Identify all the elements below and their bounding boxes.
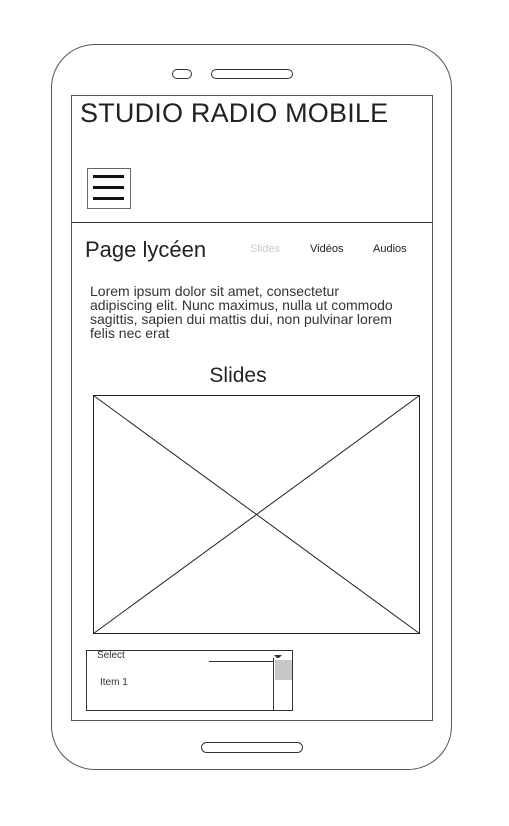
page-title: Page lycéen [85, 237, 207, 262]
phone-speaker [211, 69, 293, 79]
page-description: Lorem ipsum dolor sit amet, consectetur … [90, 283, 393, 341]
header-divider [72, 222, 432, 223]
tab-videos[interactable]: Vidéos [310, 243, 343, 255]
section-title: Slides [209, 364, 267, 387]
phone-home-button [201, 742, 303, 753]
select-option[interactable]: Item 1 [100, 677, 128, 688]
menu-button[interactable] [87, 168, 131, 209]
select-dropdown[interactable]: Select Item 1 [86, 650, 293, 711]
select-scrollbar[interactable] [273, 658, 292, 710]
phone-screen: STUDIO RADIO MOBILE Page lycéen Slides V… [71, 95, 433, 721]
select-label: Select [97, 650, 125, 661]
select-divider [209, 661, 274, 662]
scrollbar-thumb[interactable] [275, 660, 292, 680]
app-title: STUDIO RADIO MOBILE [80, 98, 389, 128]
tab-slides[interactable]: Slides [250, 243, 280, 255]
phone-camera [172, 69, 192, 79]
image-placeholder-icon [93, 395, 420, 634]
tab-audios[interactable]: Audios [373, 243, 407, 255]
